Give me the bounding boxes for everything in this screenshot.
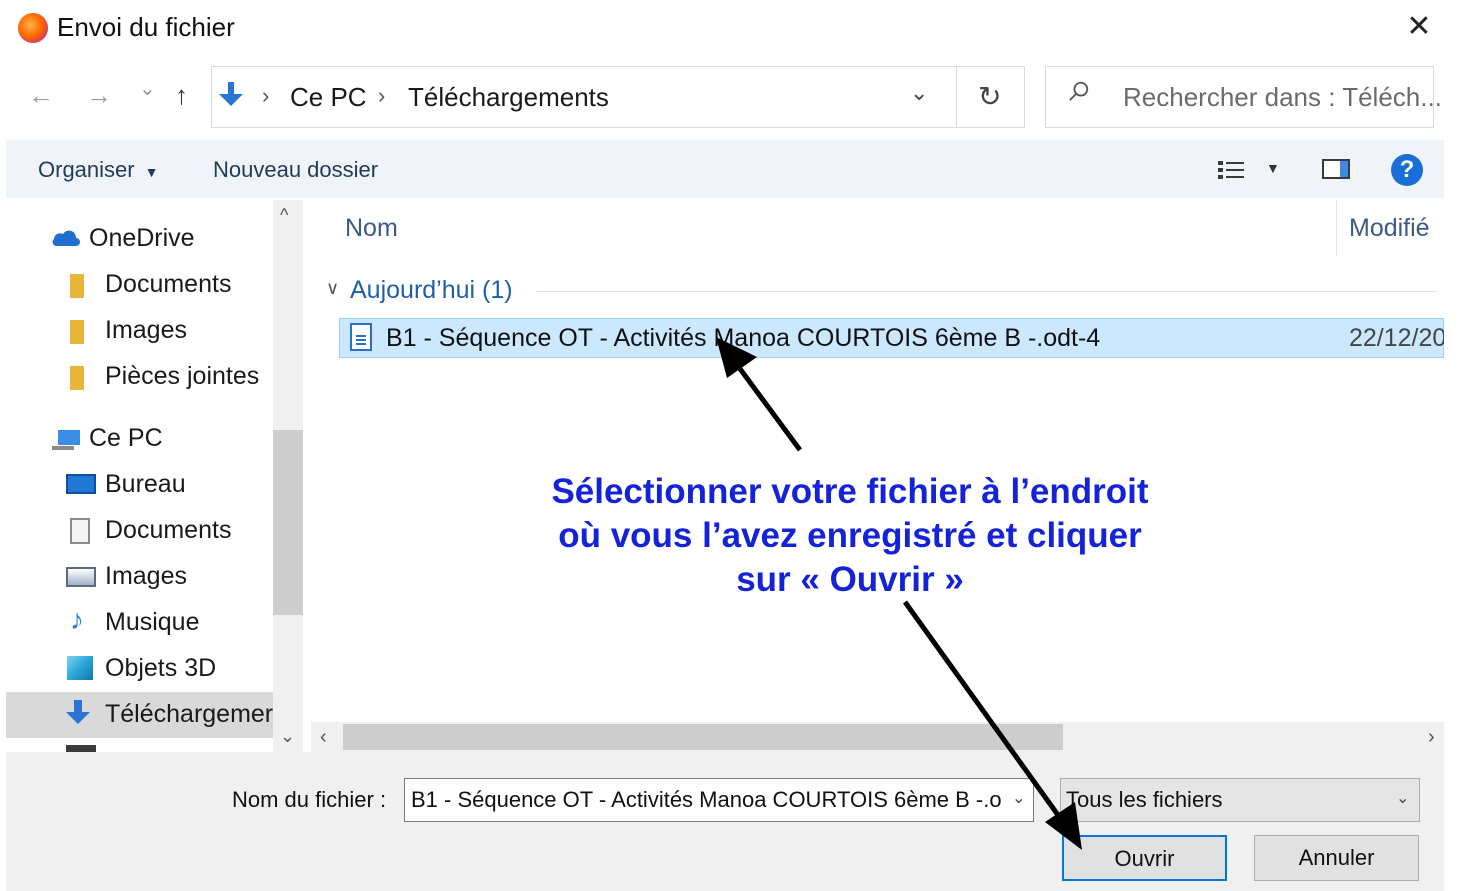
scroll-left-icon[interactable]: ‹ bbox=[320, 726, 327, 749]
group-divider bbox=[537, 291, 1437, 292]
sidebar-item-music[interactable]: Musique bbox=[105, 608, 200, 637]
desktop-icon bbox=[66, 474, 96, 494]
filetype-value[interactable]: Tous les fichiers bbox=[1066, 787, 1223, 813]
breadcrumb-separator-icon: › bbox=[378, 83, 386, 108]
group-collapse-chevron-icon[interactable]: ∨ bbox=[326, 278, 339, 299]
group-header-today[interactable]: Aujourd’hui (1) bbox=[350, 276, 513, 305]
filetype-chevron-icon[interactable]: ⌄ bbox=[1396, 788, 1409, 808]
sidebar-item-this-pc[interactable]: Ce PC bbox=[89, 424, 163, 453]
folder-icon bbox=[70, 366, 84, 390]
sidebar-item-documents[interactable]: Documents bbox=[105, 270, 231, 299]
music-icon: ♪ bbox=[70, 604, 84, 635]
firefox-icon bbox=[18, 13, 48, 43]
breadcrumb-separator-icon: › bbox=[262, 83, 270, 108]
document-icon bbox=[70, 518, 90, 544]
sidebar-item-images[interactable]: Images bbox=[105, 316, 187, 345]
folder-icon bbox=[70, 274, 84, 298]
filename-label: Nom du fichier : bbox=[232, 787, 387, 812]
preview-pane-icon[interactable] bbox=[1322, 159, 1350, 179]
filename-value[interactable]: B1 - Séquence OT - Activités Manoa COURT… bbox=[411, 787, 1001, 813]
back-arrow-icon[interactable]: ← bbox=[28, 80, 54, 111]
annotation-line-3: sur « Ouvrir » bbox=[736, 560, 964, 599]
arrow-to-file-line bbox=[732, 360, 803, 452]
scroll-up-icon[interactable]: ^ bbox=[280, 205, 288, 226]
sidebar-item-onedrive[interactable]: OneDrive bbox=[89, 224, 195, 253]
sidebar-item-3d-objects[interactable]: Objets 3D bbox=[105, 654, 216, 683]
scroll-down-icon[interactable]: ⌄ bbox=[280, 726, 295, 747]
annotation-line-1: Sélectionner votre fichier à l’endroit bbox=[551, 472, 1149, 511]
horizontal-scrollbar-thumb[interactable] bbox=[343, 724, 1063, 750]
recent-locations-icon[interactable]: ⌄ bbox=[139, 76, 156, 101]
odt-document-icon bbox=[350, 323, 372, 351]
forward-arrow-icon[interactable]: → bbox=[86, 80, 112, 111]
scroll-right-icon[interactable]: › bbox=[1428, 726, 1435, 749]
breadcrumb-item-telechargements[interactable]: Téléchargements bbox=[408, 82, 609, 113]
view-options-dropdown-icon[interactable]: ▼ bbox=[1266, 160, 1280, 176]
sidebar-item-images-pc[interactable]: Images bbox=[105, 562, 187, 591]
column-divider[interactable] bbox=[1336, 200, 1337, 256]
window-title: Envoi du fichier bbox=[57, 12, 235, 42]
sidebar-item-desktop[interactable]: Bureau bbox=[105, 470, 186, 499]
sidebar-item-documents-pc[interactable]: Documents bbox=[105, 516, 231, 545]
annotation-line-2: où vous l’avez enregistré et cliquer bbox=[558, 516, 1142, 555]
folder-icon bbox=[70, 320, 84, 344]
cancel-button[interactable]: Annuler bbox=[1254, 835, 1419, 881]
breadcrumb-item-ce-pc[interactable]: Ce PC bbox=[290, 82, 367, 113]
sidebar-item-downloads[interactable]: Téléchargemer bbox=[105, 700, 273, 729]
column-header-modified[interactable]: Modifié bbox=[1349, 214, 1430, 243]
address-history-chevron-icon[interactable]: ⌄ bbox=[910, 80, 928, 106]
sidebar-item-attachments[interactable]: Pièces jointes bbox=[105, 362, 259, 391]
cloud-icon bbox=[52, 230, 80, 246]
computer-icon bbox=[52, 430, 80, 450]
organize-label: Organiser bbox=[38, 157, 135, 182]
file-modified-date: 22/12/20 bbox=[1349, 324, 1444, 352]
file-name[interactable]: B1 - Séquence OT - Activités Manoa COURT… bbox=[386, 324, 1100, 353]
open-button[interactable]: Ouvrir bbox=[1062, 835, 1227, 881]
help-icon[interactable]: ? bbox=[1391, 154, 1423, 186]
picture-icon bbox=[66, 567, 96, 587]
refresh-icon[interactable]: ↻ bbox=[978, 80, 1001, 113]
search-placeholder[interactable]: Rechercher dans : Téléch... bbox=[1123, 82, 1442, 113]
instruction-annotation: Sélectionner votre fichier à l’endroit o… bbox=[520, 470, 1180, 602]
new-folder-button[interactable]: Nouveau dossier bbox=[213, 157, 378, 183]
up-arrow-icon[interactable]: ↑ bbox=[175, 80, 188, 111]
column-header-name[interactable]: Nom bbox=[345, 214, 398, 243]
caret-down-icon: ▼ bbox=[140, 164, 159, 180]
sidebar-scrollbar-thumb[interactable] bbox=[273, 430, 303, 615]
search-icon bbox=[1069, 81, 1089, 101]
videos-icon-partial bbox=[66, 745, 96, 752]
view-options-icon[interactable] bbox=[1218, 160, 1246, 180]
cube-icon bbox=[67, 656, 93, 680]
download-icon-head bbox=[66, 712, 90, 724]
navigation-pane: OneDrive Documents Images Pièces jointes… bbox=[6, 200, 276, 752]
close-icon[interactable]: ✕ bbox=[1402, 10, 1436, 44]
download-icon-head bbox=[219, 94, 243, 106]
filename-dropdown-chevron-icon[interactable]: ⌄ bbox=[1012, 788, 1025, 808]
organize-menu[interactable]: Organiser ▼ bbox=[38, 157, 158, 183]
